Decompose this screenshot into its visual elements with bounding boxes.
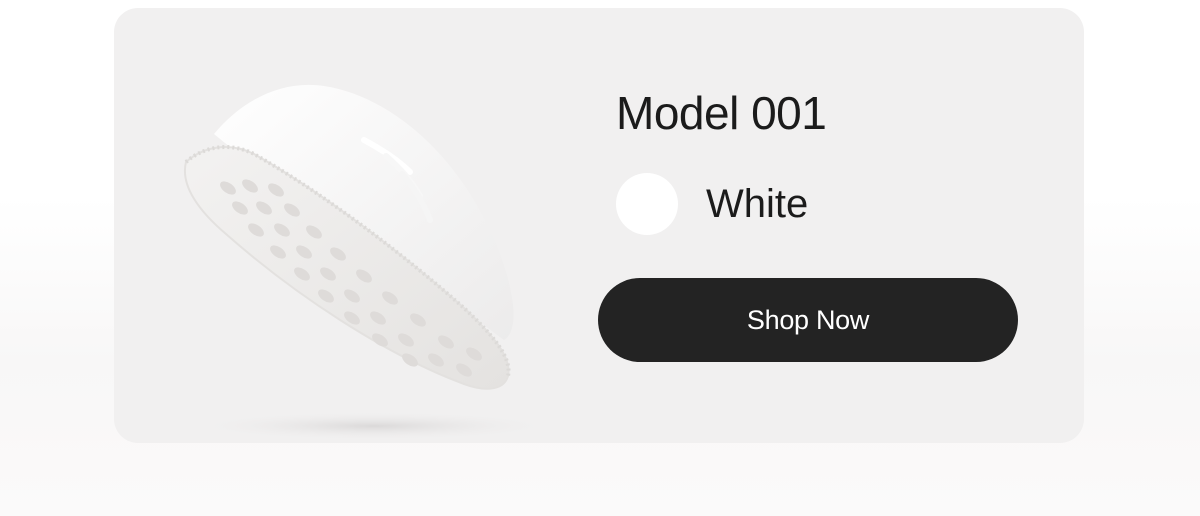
shop-now-button[interactable]: Shop Now [598,278,1018,362]
product-image[interactable] [174,58,594,443]
product-card: Model 001 White Shop Now [114,8,1084,443]
product-title: Model 001 [616,87,827,139]
color-swatch[interactable] [616,173,678,235]
sneaker-illustration [183,84,549,440]
product-info: Model 001 White Shop Now [598,8,1056,443]
color-option[interactable]: White [616,173,808,235]
color-name-label: White [706,181,809,226]
